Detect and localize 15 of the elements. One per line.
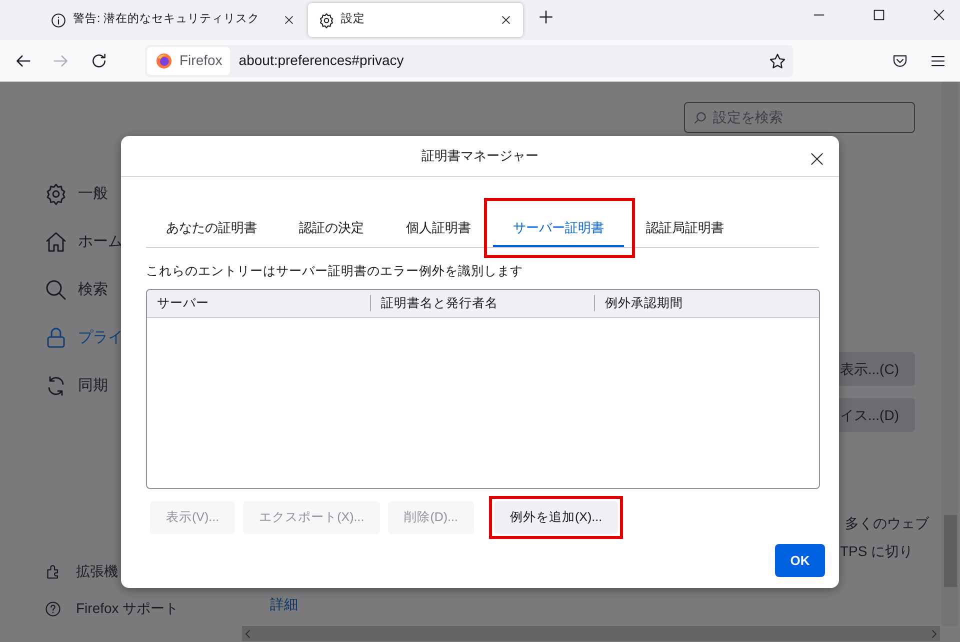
sidebar-label: ホーム bbox=[78, 232, 123, 252]
sidebar-label: プライ bbox=[78, 328, 123, 348]
body-text: TPS に切り bbox=[840, 542, 914, 561]
search-placeholder: 設定を検索 bbox=[713, 108, 783, 127]
description-text: これらのエントリーはサーバー証明書のエラー例外を識別します bbox=[146, 263, 524, 280]
tab-title: 設定 bbox=[341, 12, 366, 28]
url-text: about:preferences#privacy bbox=[238, 51, 405, 70]
sidebar-label: Firefox サポート bbox=[76, 599, 179, 618]
sidebar-label: 検索 bbox=[78, 280, 108, 300]
sidebar-label: 拡張機 bbox=[76, 562, 118, 581]
sidebar-label: 一般 bbox=[78, 184, 108, 204]
tab-title: 警告: 潜在的なセキュリティリスク bbox=[73, 12, 260, 28]
sidebar-label: 同期 bbox=[78, 376, 108, 396]
dialog-title: 証明書マネージャー bbox=[422, 147, 538, 166]
body-text: 多くのウェブ bbox=[845, 514, 929, 533]
